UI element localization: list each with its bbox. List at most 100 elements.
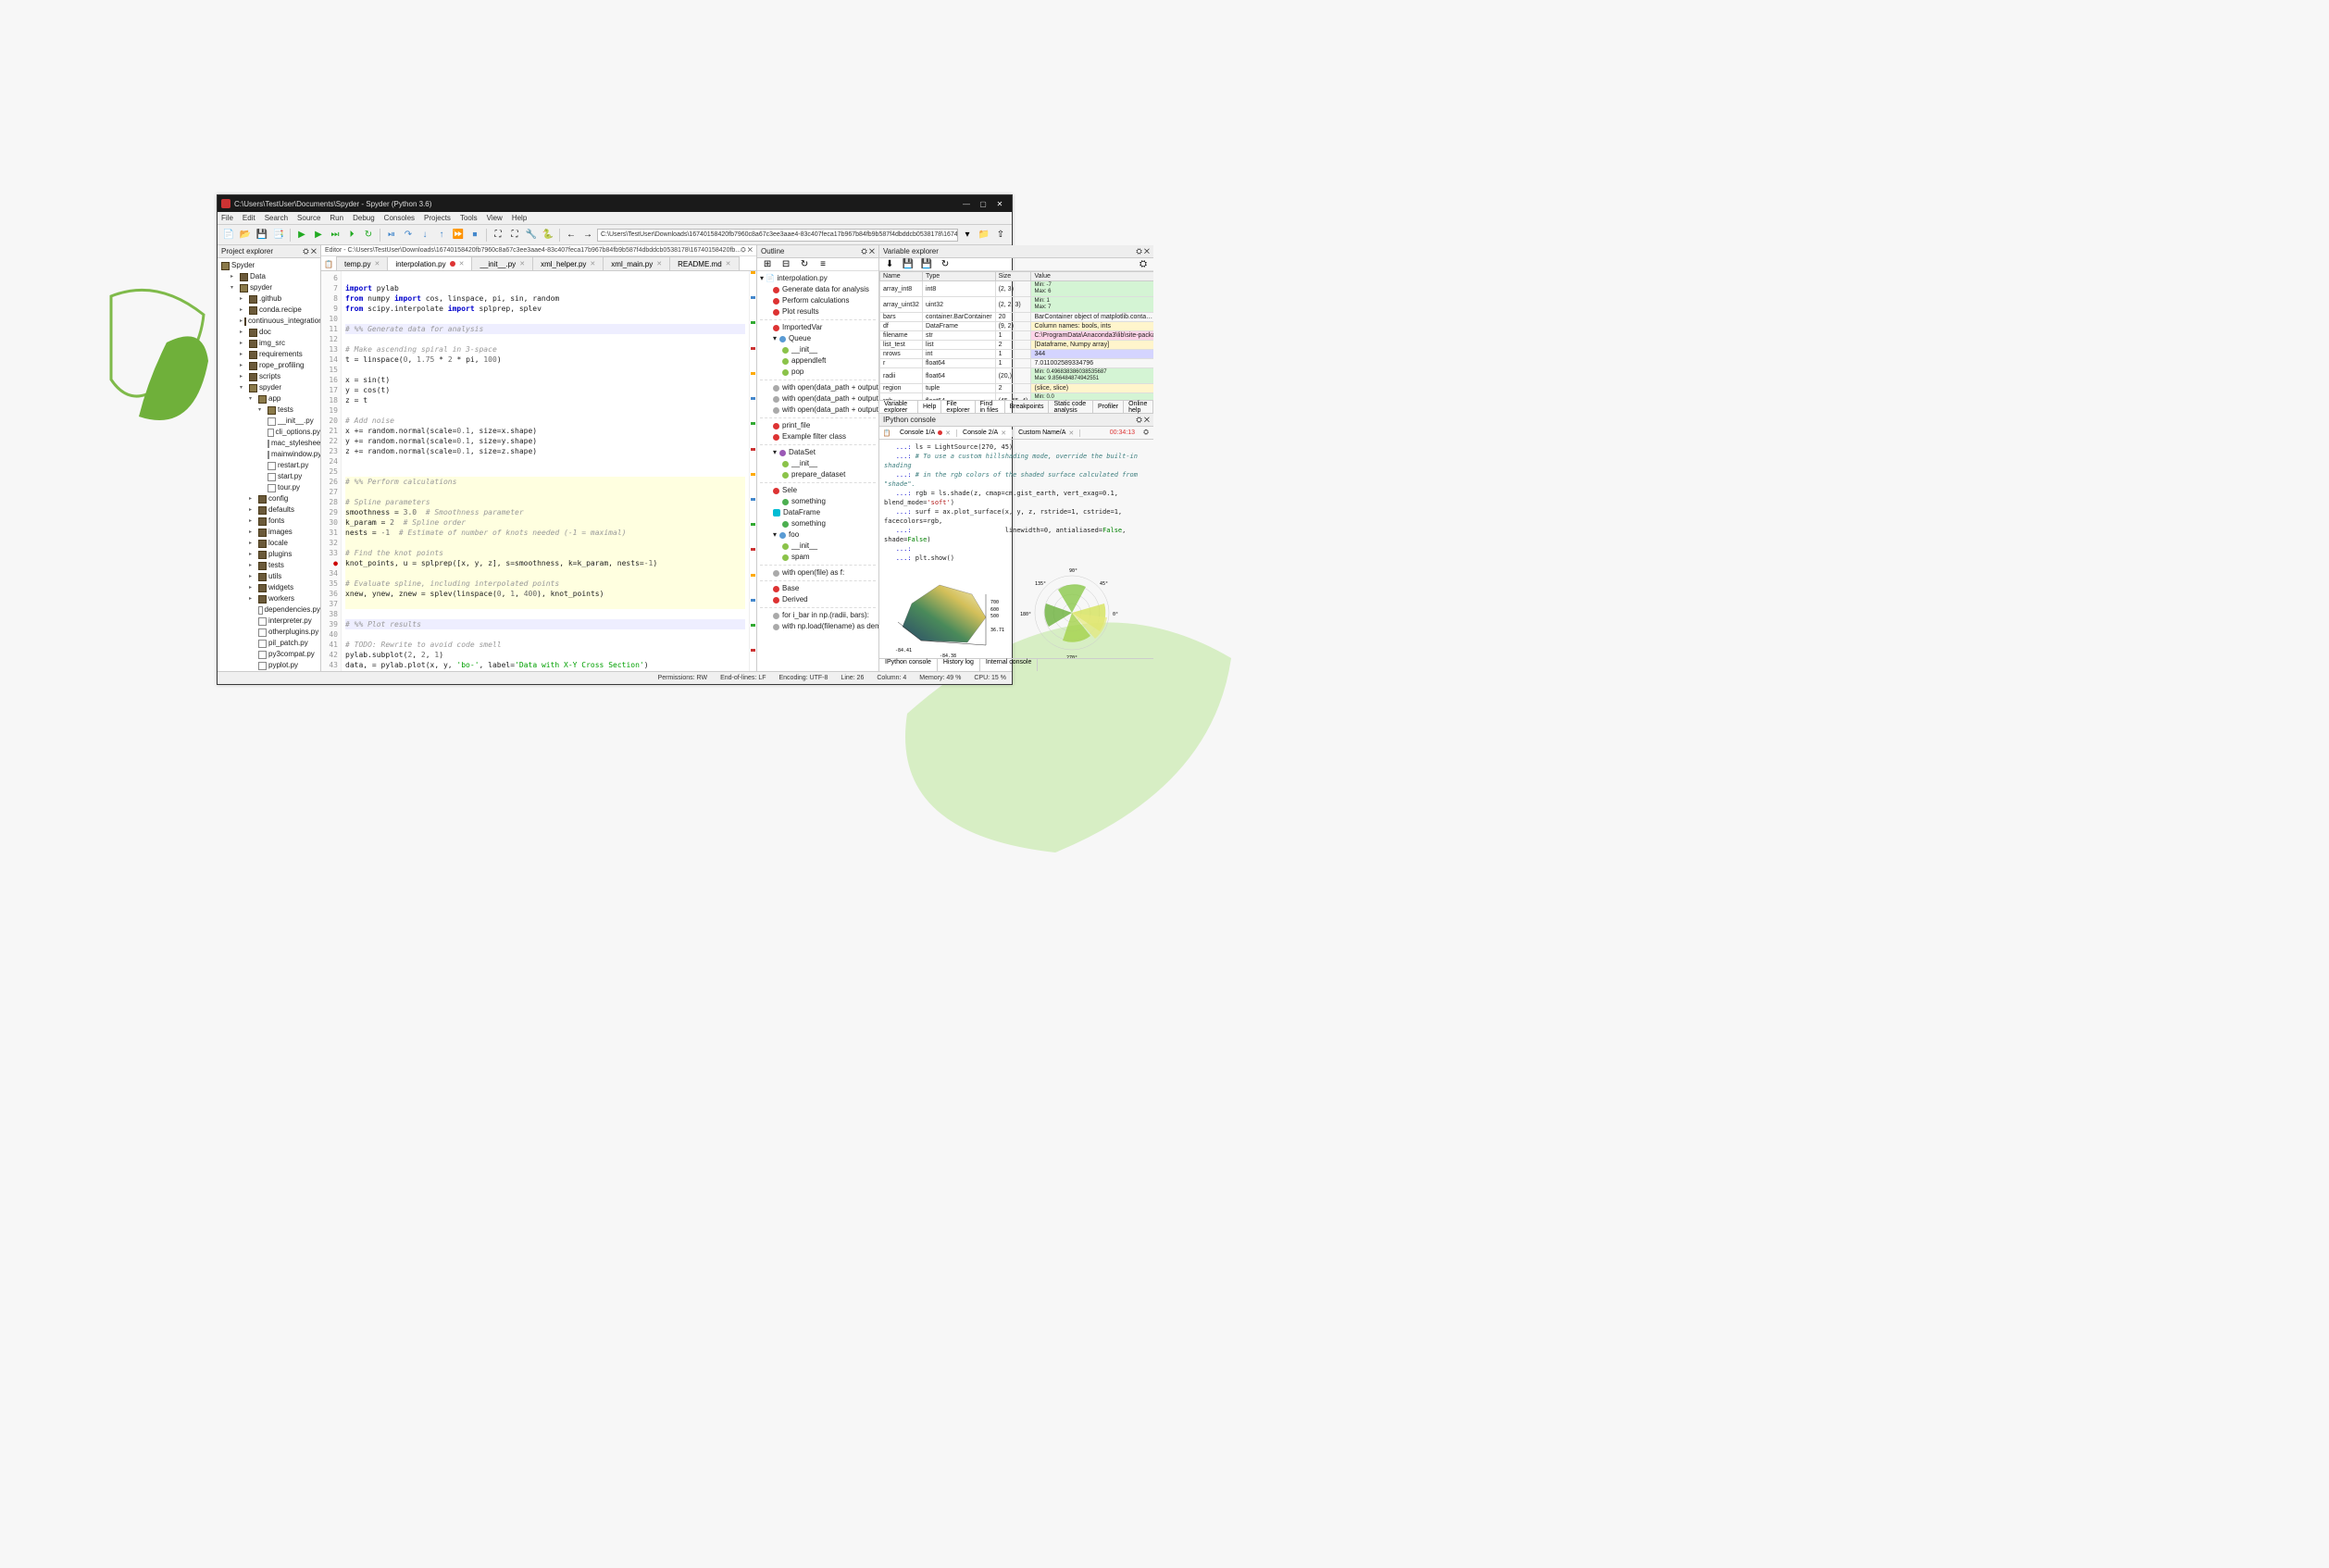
varex-col-header[interactable]: Value (1031, 272, 1153, 281)
outline-item[interactable]: Perform calculations (760, 295, 876, 306)
tab-list-icon[interactable]: 📋 (321, 257, 336, 270)
menu-debug[interactable]: Debug (353, 214, 375, 222)
outline-item[interactable]: pop (760, 367, 876, 378)
tree-item[interactable]: utils (221, 571, 320, 582)
browse-dir-icon[interactable]: 📁 (977, 228, 991, 243)
editor-tab[interactable]: temp.py✕ (336, 256, 388, 270)
outline-item[interactable]: __init__ (760, 344, 876, 355)
new-file-icon[interactable]: 📄 (221, 228, 236, 243)
menu-file[interactable]: File (221, 214, 233, 222)
menu-search[interactable]: Search (265, 214, 288, 222)
outline-item[interactable]: Sele (760, 485, 876, 496)
varex-table[interactable]: NameTypeSizeValuearray_int8int8(2, 3)Min… (879, 271, 1153, 400)
editor-tab[interactable]: xml_main.py✕ (603, 256, 670, 270)
editor-menu-icon[interactable]: ⛭ ✕ (741, 247, 753, 255)
save-all-icon[interactable]: 📑 (271, 228, 286, 243)
tree-item[interactable]: widgets (221, 582, 320, 593)
ipy-tab[interactable]: Console 1/A ✕ (894, 429, 957, 437)
outline-item[interactable]: __init__ (760, 541, 876, 552)
save-icon[interactable]: 💾 (255, 228, 269, 243)
continue-icon[interactable]: ⏩ (451, 228, 466, 243)
outline-item[interactable]: Example filter class (760, 431, 876, 442)
outline-item[interactable]: Generate data for analysis (760, 284, 876, 295)
run-icon[interactable]: ▶ (294, 228, 309, 243)
outline-item[interactable]: with open(data_path + output_file_n... (760, 393, 876, 404)
tree-item[interactable]: __init__.py (221, 416, 320, 427)
tree-item[interactable]: mainwindow.py (221, 449, 320, 460)
menu-help[interactable]: Help (512, 214, 527, 222)
step-into-icon[interactable]: ↓ (417, 228, 432, 243)
outline-item[interactable]: ImportedVar (760, 322, 876, 333)
close-tab-icon[interactable]: ✕ (374, 260, 380, 268)
back-icon[interactable]: ← (564, 228, 579, 243)
menu-source[interactable]: Source (297, 214, 320, 222)
close-tab-icon[interactable]: ✕ (590, 260, 595, 268)
editor-tab[interactable]: README.md✕ (669, 256, 739, 270)
varex-tab[interactable]: Help (918, 401, 941, 413)
outline-close-icon[interactable]: ⛭ ✕ (861, 247, 875, 256)
tree-item[interactable]: requirements (221, 349, 320, 360)
run-cell-advance-icon[interactable]: ⏭ (328, 228, 342, 243)
prefs-icon[interactable]: 🔧 (524, 228, 539, 243)
outline-sort-icon[interactable]: ≡ (816, 257, 830, 272)
tree-item[interactable]: tests (221, 560, 320, 571)
tree-item[interactable]: tour.py (221, 482, 320, 493)
rerun-icon[interactable]: ↻ (361, 228, 376, 243)
tree-item[interactable]: cli_options.py (221, 427, 320, 438)
varex-row[interactable]: rfloat6417.011002589334796 (880, 359, 1154, 368)
tree-item[interactable]: doc (221, 327, 320, 338)
varex-row[interactable]: nrowsint1344 (880, 350, 1154, 359)
menu-consoles[interactable]: Consoles (384, 214, 415, 222)
outline-item[interactable]: with open(data_path + output_file_n... (760, 404, 876, 416)
menu-edit[interactable]: Edit (243, 214, 255, 222)
outline-item[interactable]: Derived (760, 594, 876, 605)
tree-item[interactable]: rope_profiling (221, 360, 320, 371)
varex-refresh-icon[interactable]: ↻ (938, 257, 953, 272)
varex-tab[interactable]: File explorer (941, 401, 975, 413)
varex-saveas-icon[interactable]: 💾 (919, 257, 934, 272)
tree-item[interactable]: conda.recipe (221, 305, 320, 316)
tree-item[interactable]: scripts (221, 371, 320, 382)
outline-item[interactable]: for i_bar in np.(radii, bars): (760, 610, 876, 621)
menu-view[interactable]: View (487, 214, 503, 222)
ipy-bottom-tab[interactable]: IPython console (879, 659, 938, 671)
run-cell-icon[interactable]: ▶ (311, 228, 326, 243)
debug-icon[interactable]: ⏯ (384, 228, 399, 243)
varex-tab[interactable]: Find in files (976, 401, 1005, 413)
tree-item[interactable]: dependencies.py (221, 604, 320, 616)
ipy-tab[interactable]: Console 2/A ✕ (957, 429, 1013, 437)
outline-item[interactable]: something (760, 496, 876, 507)
tree-item[interactable]: restart.py (221, 460, 320, 471)
maximize-button[interactable]: ▢ (975, 197, 991, 210)
tree-item[interactable]: app (221, 393, 320, 404)
tree-item[interactable]: py3compat.py (221, 649, 320, 660)
outline-item[interactable]: prepare_dataset (760, 469, 876, 480)
varex-col-header[interactable]: Name (880, 272, 923, 281)
scrollbar-markers[interactable] (749, 271, 756, 671)
varex-row[interactable]: filenamestr1C:\ProgramData\Anaconda3\lib… (880, 331, 1154, 341)
varex-tab[interactable]: Online help (1124, 401, 1153, 413)
varex-tab[interactable]: Profiler (1093, 401, 1124, 413)
editor-tab[interactable]: xml_helper.py✕ (532, 256, 604, 270)
tree-item[interactable]: interpreter.py (221, 616, 320, 627)
tree-item[interactable]: continuous_integration (221, 316, 320, 327)
varex-row[interactable]: rgbfloat64(45, 45, 4)Min: 0.0 Max: 1.0 (880, 393, 1154, 401)
tree-item[interactable]: start.py (221, 471, 320, 482)
varex-save-icon[interactable]: 💾 (901, 257, 915, 272)
outline-item[interactable]: Base (760, 583, 876, 594)
ipy-tablist-icon[interactable]: 📋 (879, 426, 894, 441)
menu-tools[interactable]: Tools (460, 214, 478, 222)
pythonpath-icon[interactable]: 🐍 (541, 228, 555, 243)
outline-tool-icon[interactable]: ⊞ (760, 257, 775, 272)
ipy-bottom-tab[interactable]: Internal console (980, 659, 1038, 671)
tree-item[interactable]: locale (221, 538, 320, 549)
step-out-icon[interactable]: ↑ (434, 228, 449, 243)
outline-item[interactable]: ▾ Queue (760, 333, 876, 344)
ipython-close-icon[interactable]: ⛭ ✕ (1136, 416, 1150, 425)
menu-run[interactable]: Run (330, 214, 343, 222)
varex-row[interactable]: dfDataFrame(9, 2)Column names: bools, in… (880, 322, 1154, 331)
ipython-output[interactable]: ...: ls = LightSource(270, 45) ...: # To… (879, 440, 1153, 658)
outline-item[interactable]: spam (760, 552, 876, 563)
varex-tab[interactable]: Breakpoints (1005, 401, 1050, 413)
project-tree[interactable]: SpyderDataspyder.githubconda.recipeconti… (218, 258, 320, 671)
